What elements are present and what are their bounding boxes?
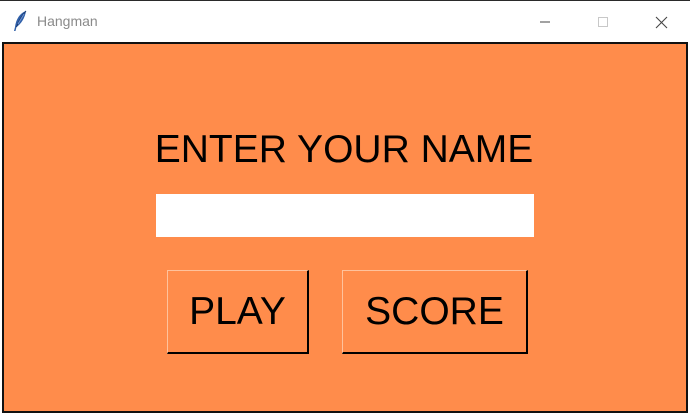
hangman-window: Hangman ENTER YOUR NAME PLAY SCORE — [0, 0, 690, 415]
close-icon — [655, 16, 668, 29]
name-input[interactable] — [156, 194, 534, 237]
minimize-button[interactable] — [516, 1, 574, 43]
maximize-icon — [597, 16, 609, 28]
window-title: Hangman — [37, 13, 98, 29]
close-button[interactable] — [632, 1, 690, 43]
feather-icon — [11, 10, 29, 32]
title-bar[interactable]: Hangman — [0, 0, 690, 42]
minimize-icon — [539, 16, 551, 28]
maximize-button[interactable] — [574, 1, 632, 43]
main-panel: ENTER YOUR NAME PLAY SCORE — [2, 42, 688, 413]
play-button[interactable]: PLAY — [167, 270, 309, 354]
page-title: ENTER YOUR NAME — [154, 128, 534, 171]
score-button[interactable]: SCORE — [342, 270, 528, 354]
